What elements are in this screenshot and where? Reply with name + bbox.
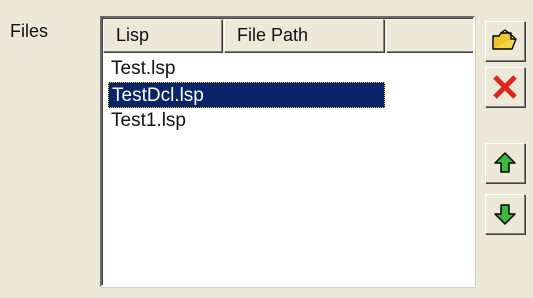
list-item[interactable]: Test.lsp — [108, 56, 175, 82]
list-header: Lisp File Path — [103, 19, 473, 52]
list-item[interactable]: Test1.lsp — [108, 108, 186, 134]
column-header-file-path[interactable]: File Path — [224, 19, 384, 52]
lisp-files-listview[interactable]: Lisp File Path Test.lsp TestDcl.lsp Test… — [100, 16, 475, 287]
move-down-button[interactable] — [485, 194, 525, 234]
red-x-icon — [492, 74, 518, 100]
column-header-empty[interactable] — [386, 19, 473, 52]
files-panel: Files Lisp File Path Test.lsp TestDcl.ls… — [0, 0, 533, 298]
files-label: Files — [10, 21, 49, 41]
delete-file-button[interactable] — [485, 67, 525, 107]
open-file-button[interactable] — [485, 21, 525, 61]
move-up-button[interactable] — [485, 143, 525, 183]
green-down-arrow-icon — [493, 202, 517, 226]
list-item-selected[interactable]: TestDcl.lsp — [108, 82, 385, 108]
green-up-arrow-icon — [493, 151, 517, 175]
column-header-lisp[interactable]: Lisp — [103, 19, 222, 52]
open-folder-icon — [491, 29, 519, 53]
